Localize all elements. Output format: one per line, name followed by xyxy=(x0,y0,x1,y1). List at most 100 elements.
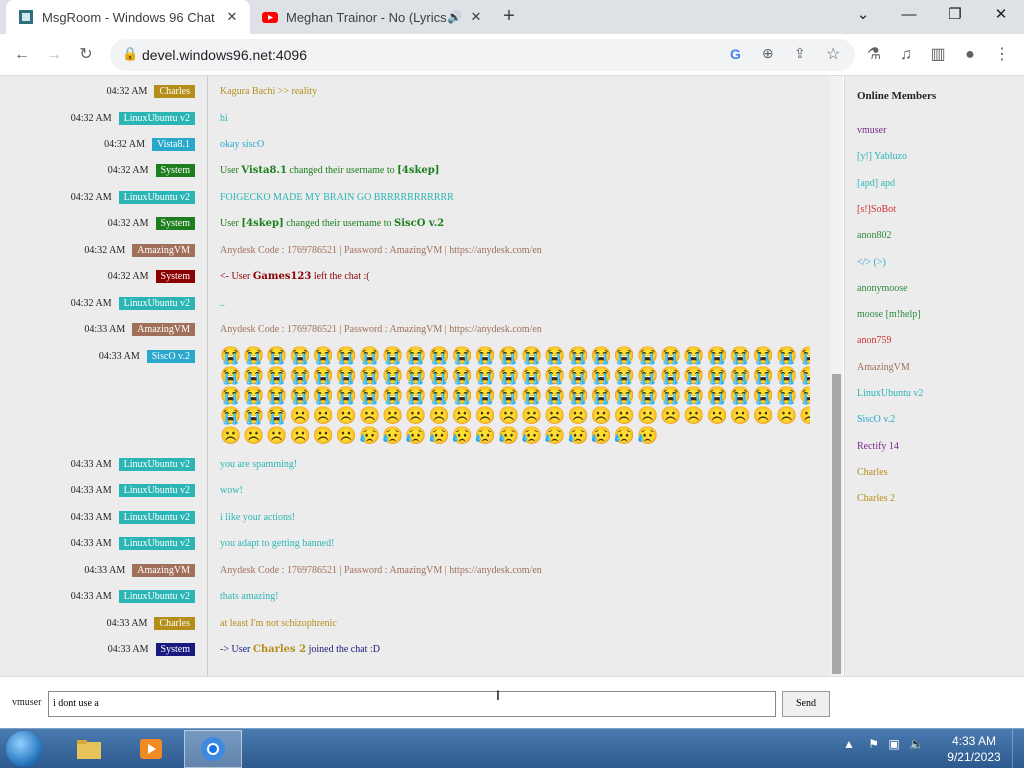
message-input[interactable]: i dont use a xyxy=(48,691,776,717)
speaker-icon[interactable]: 🔊 xyxy=(447,10,462,24)
media-player-icon xyxy=(140,739,162,759)
member-item[interactable]: Rectify 14 xyxy=(857,441,899,452)
username-badge[interactable]: LinuxUbuntu v2 xyxy=(118,511,195,524)
input-bar: vmuser i dont use a Send I xyxy=(0,676,1024,728)
username-badge[interactable]: System xyxy=(155,270,195,283)
member-item[interactable]: Charles 2 xyxy=(857,493,895,504)
message-meta: 04:33 AM LinuxUbuntu v2 xyxy=(71,590,195,603)
new-tab-button[interactable]: + xyxy=(498,5,520,27)
back-button[interactable]: ← xyxy=(10,43,34,67)
address-bar[interactable]: 🔒 devel.windows96.net:4096 G ⊕ ⇪ ☆ xyxy=(110,39,855,71)
username-badge[interactable]: LinuxUbuntu v2 xyxy=(118,458,195,471)
windows-taskbar: ▲ ⚑ ▣ 🔈 4:33 AM 9/21/2023 xyxy=(0,728,1024,768)
username-badge[interactable]: AmazingVM xyxy=(132,564,195,577)
flag-icon[interactable]: ⚑ xyxy=(868,737,879,751)
menu-kebab-icon[interactable]: ⋮ xyxy=(990,43,1014,67)
username-badge[interactable]: System xyxy=(155,217,195,230)
close-window-button[interactable]: ✕ xyxy=(978,0,1024,32)
url-text: devel.windows96.net:4096 xyxy=(142,47,308,63)
username-badge[interactable]: LinuxUbuntu v2 xyxy=(118,590,195,603)
bookmark-star-icon[interactable]: ☆ xyxy=(826,44,840,64)
chat-message: 04:33 AM LinuxUbuntu v2 you adapt to getti… xyxy=(0,537,830,557)
chat-log[interactable]: 04:32 AM Charles Kagura Bachi >> reality 04… xyxy=(0,76,830,676)
chat-message: 04:33 AM LinuxUbuntu v2 wow! xyxy=(0,484,830,504)
member-item[interactable]: vmuser xyxy=(857,125,886,136)
emoji-line: ☹️☹️☹️☹️☹️☹️😥😥😥😥😥😥😥😥😥😥😥😥😥 xyxy=(220,426,661,445)
member-item[interactable]: [apd] apd xyxy=(857,178,895,189)
start-button-icon[interactable] xyxy=(6,731,42,767)
side-panel-icon[interactable]: ▥ xyxy=(926,43,950,67)
volume-icon[interactable]: 🔈 xyxy=(909,737,924,751)
member-item[interactable]: AmazingVM xyxy=(857,362,910,373)
username-badge[interactable]: AmazingVM xyxy=(132,244,195,257)
member-item[interactable]: anonymoose xyxy=(857,283,908,294)
username-badge[interactable]: LinuxUbuntu v2 xyxy=(118,191,195,204)
profile-avatar-icon[interactable]: ● xyxy=(958,43,982,67)
username-badge[interactable]: Charles xyxy=(154,85,195,98)
youtube-icon xyxy=(262,12,278,23)
username-badge[interactable]: SiscO v.2 xyxy=(146,350,195,363)
tab-close-icon[interactable]: ✕ xyxy=(222,9,242,25)
member-item[interactable]: LinuxUbuntu v2 xyxy=(857,388,923,399)
system-message-text: User [4skep] changed their username to S… xyxy=(220,218,810,229)
taskbar-chrome[interactable] xyxy=(184,730,242,768)
member-item[interactable]: anon759 xyxy=(857,335,891,346)
share-icon[interactable]: ⇪ xyxy=(794,45,806,62)
lock-icon[interactable]: 🔒 xyxy=(122,46,138,62)
taskbar-media-player[interactable] xyxy=(122,730,180,768)
send-button[interactable]: Send xyxy=(782,691,830,717)
member-item[interactable]: anon802 xyxy=(857,230,891,241)
username-badge[interactable]: LinuxUbuntu v2 xyxy=(118,112,195,125)
reload-button[interactable]: ↻ xyxy=(74,43,98,67)
emoji-line: 😭😭😭☹️☹️☹️☹️☹️☹️☹️☹️☹️☹️☹️☹️☹️☹️☹️☹️☹️☹️☹… xyxy=(220,406,810,425)
system-message-text: User Vista8.1 changed their username to … xyxy=(220,165,810,176)
member-item[interactable]: </> (>) xyxy=(857,257,886,268)
extensions-flask-icon[interactable]: ⚗ xyxy=(862,43,886,67)
message-time: 04:32 AM xyxy=(107,165,149,176)
emoji-line: 😭😭😭😭😭😭😭😭😭😭😭😭😭😭😭😭😭😭😭😭😭😭😭😭😭😭😭😭😭 xyxy=(220,346,810,365)
restore-button[interactable]: ❐ xyxy=(932,0,978,32)
system-username: Games123 xyxy=(252,271,312,282)
username-badge[interactable]: Charles xyxy=(154,617,195,630)
media-control-icon[interactable]: ♫ xyxy=(894,43,918,67)
member-item[interactable]: [s!]SoBot xyxy=(857,204,896,215)
scrollbar-thumb[interactable] xyxy=(832,374,841,674)
zoom-icon[interactable]: ⊕ xyxy=(762,45,774,62)
message-text: at least I'm not schizophrenic xyxy=(220,618,337,629)
network-icon[interactable]: ▣ xyxy=(888,737,899,751)
message-text: Anydesk Code : 1769786521 | Password : A… xyxy=(220,565,542,576)
member-item[interactable]: moose [m!help] xyxy=(857,309,921,320)
tab-close-icon[interactable]: ✕ xyxy=(466,9,486,25)
chat-message: 04:32 AM LinuxUbuntu v2 hi xyxy=(0,112,830,132)
message-text: Anydesk Code : 1769786521 | Password : A… xyxy=(220,245,542,256)
tab-msgroom[interactable]: MsgRoom - Windows 96 Chat ✕ xyxy=(6,0,250,34)
message-time: 04:32 AM xyxy=(84,245,126,256)
username-badge[interactable]: LinuxUbuntu v2 xyxy=(118,297,195,310)
members-heading: Online Members xyxy=(857,90,937,102)
tray-expand-icon[interactable]: ▲ xyxy=(843,737,855,751)
username-badge[interactable]: AmazingVM xyxy=(132,323,195,336)
member-item[interactable]: [y!] Yabluzo xyxy=(857,151,907,162)
username-badge[interactable]: System xyxy=(155,643,195,656)
taskbar-explorer[interactable] xyxy=(60,730,118,768)
show-desktop-button[interactable] xyxy=(1012,729,1024,768)
google-icon[interactable]: G xyxy=(730,46,741,62)
tab-youtube[interactable]: Meghan Trainor - No (Lyrics 🔊 ✕ xyxy=(250,0,494,34)
taskbar-clock[interactable]: 4:33 AM 9/21/2023 xyxy=(944,733,1004,765)
message-time: 04:33 AM xyxy=(70,485,112,496)
username-badge[interactable]: System xyxy=(155,164,195,177)
chat-divider xyxy=(207,76,208,676)
message-meta: 04:32 AM LinuxUbuntu v2 xyxy=(71,297,195,310)
member-item[interactable]: Charles xyxy=(857,467,888,478)
forward-button[interactable]: → xyxy=(42,43,66,67)
message-time: 04:33 AM xyxy=(84,565,126,576)
username-badge[interactable]: LinuxUbuntu v2 xyxy=(118,484,195,497)
chat-scrollbar[interactable] xyxy=(830,76,843,676)
member-item[interactable]: SiscO v.2 xyxy=(857,414,895,425)
username-badge[interactable]: LinuxUbuntu v2 xyxy=(118,537,195,550)
minimize-button[interactable]: — xyxy=(886,0,932,32)
tab-search-icon[interactable]: ⌄ xyxy=(840,0,886,32)
username-badge[interactable]: Vista8.1 xyxy=(151,138,195,151)
chat-message: 04:33 AM System -> User Charles 2 joined t… xyxy=(0,643,830,663)
system-username: Vista8.1 xyxy=(241,165,287,176)
